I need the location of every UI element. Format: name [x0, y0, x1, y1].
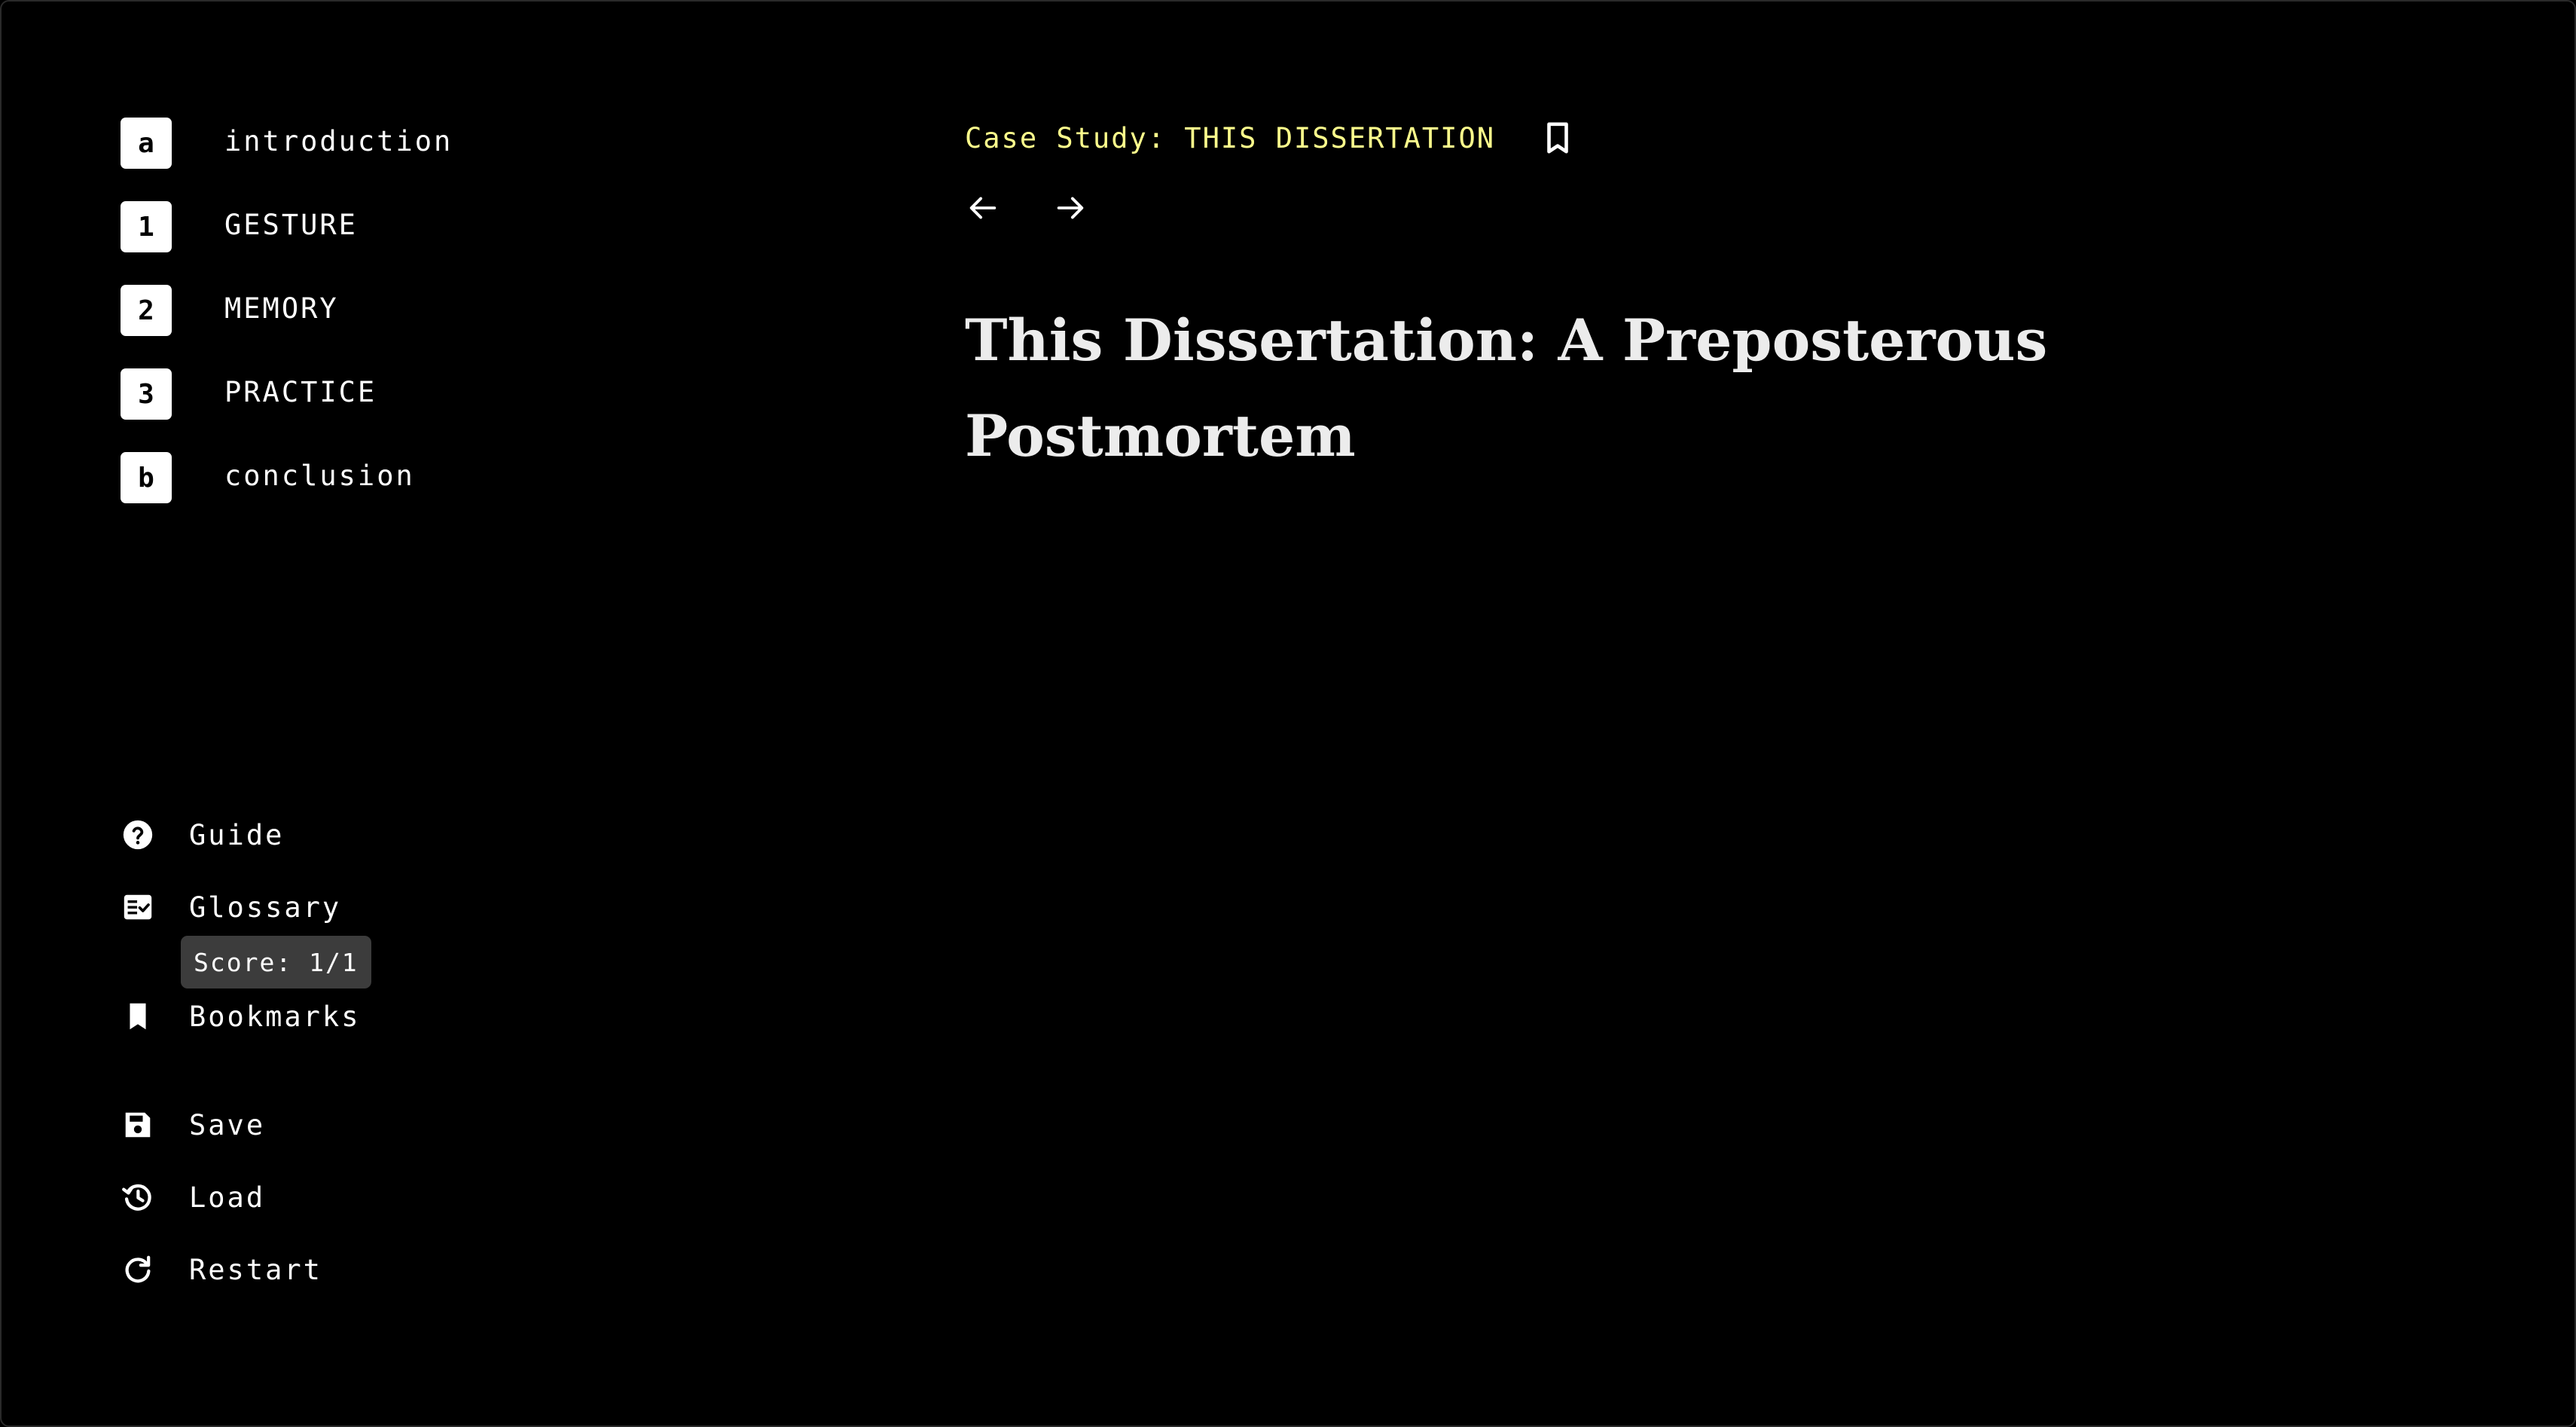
refresh-icon	[121, 1252, 155, 1287]
save-button[interactable]: Save	[121, 1104, 265, 1146]
guide-button[interactable]: Guide	[121, 814, 284, 856]
bookmarks-button[interactable]: Bookmarks	[121, 995, 360, 1037]
chapter-item-gesture[interactable]: 1 GESTURE	[121, 201, 723, 252]
next-page-button[interactable]	[1052, 190, 1088, 226]
case-header: Case Study: THIS DISSERTATION	[965, 119, 1575, 157]
glossary-label: Glossary	[189, 891, 342, 924]
save-label: Save	[189, 1108, 266, 1141]
chapter-label: GESTURE	[224, 208, 358, 241]
help-circle-icon	[121, 817, 155, 852]
chapter-key: a	[121, 118, 172, 169]
restart-label: Restart	[189, 1253, 322, 1286]
chapter-label: MEMORY	[224, 292, 339, 325]
arrow-right-icon	[1057, 197, 1084, 219]
chapter-nav: a introduction 1 GESTURE 2 MEMORY 3 PRAC…	[121, 118, 723, 536]
chapter-item-memory[interactable]: 2 MEMORY	[121, 285, 723, 336]
chapter-item-conclusion[interactable]: b conclusion	[121, 452, 723, 503]
previous-page-button[interactable]	[965, 190, 1001, 226]
glossary-button[interactable]: Glossary	[121, 886, 341, 928]
case-study-label: Case Study: THIS DISSERTATION	[965, 121, 1496, 154]
chapter-label: PRACTICE	[224, 375, 377, 408]
chapter-label: introduction	[224, 124, 453, 157]
chapter-item-practice[interactable]: 3 PRACTICE	[121, 368, 723, 420]
chapter-key: b	[121, 452, 172, 503]
restart-button[interactable]: Restart	[121, 1248, 322, 1291]
bookmarks-label: Bookmarks	[189, 1000, 361, 1033]
chapter-key: 2	[121, 285, 172, 336]
history-icon	[121, 1180, 155, 1215]
chapter-key: 1	[121, 201, 172, 252]
bookmark-outline-icon	[1547, 122, 1568, 154]
page-title: This Dissertation: A Preposterous Postmo…	[965, 307, 2048, 469]
score-badge: Score: 1/1	[181, 936, 371, 989]
guide-label: Guide	[189, 818, 285, 851]
save-icon	[121, 1108, 155, 1142]
load-button[interactable]: Load	[121, 1176, 265, 1218]
load-label: Load	[189, 1181, 266, 1214]
arrow-left-icon	[969, 197, 997, 219]
bookmark-page-button[interactable]	[1540, 119, 1575, 157]
page-navigation	[965, 190, 1088, 226]
chapter-item-introduction[interactable]: a introduction	[121, 118, 723, 169]
bookmark-icon	[121, 999, 155, 1034]
checklist-icon	[121, 890, 155, 924]
chapter-label: conclusion	[224, 459, 415, 492]
chapter-key: 3	[121, 368, 172, 420]
